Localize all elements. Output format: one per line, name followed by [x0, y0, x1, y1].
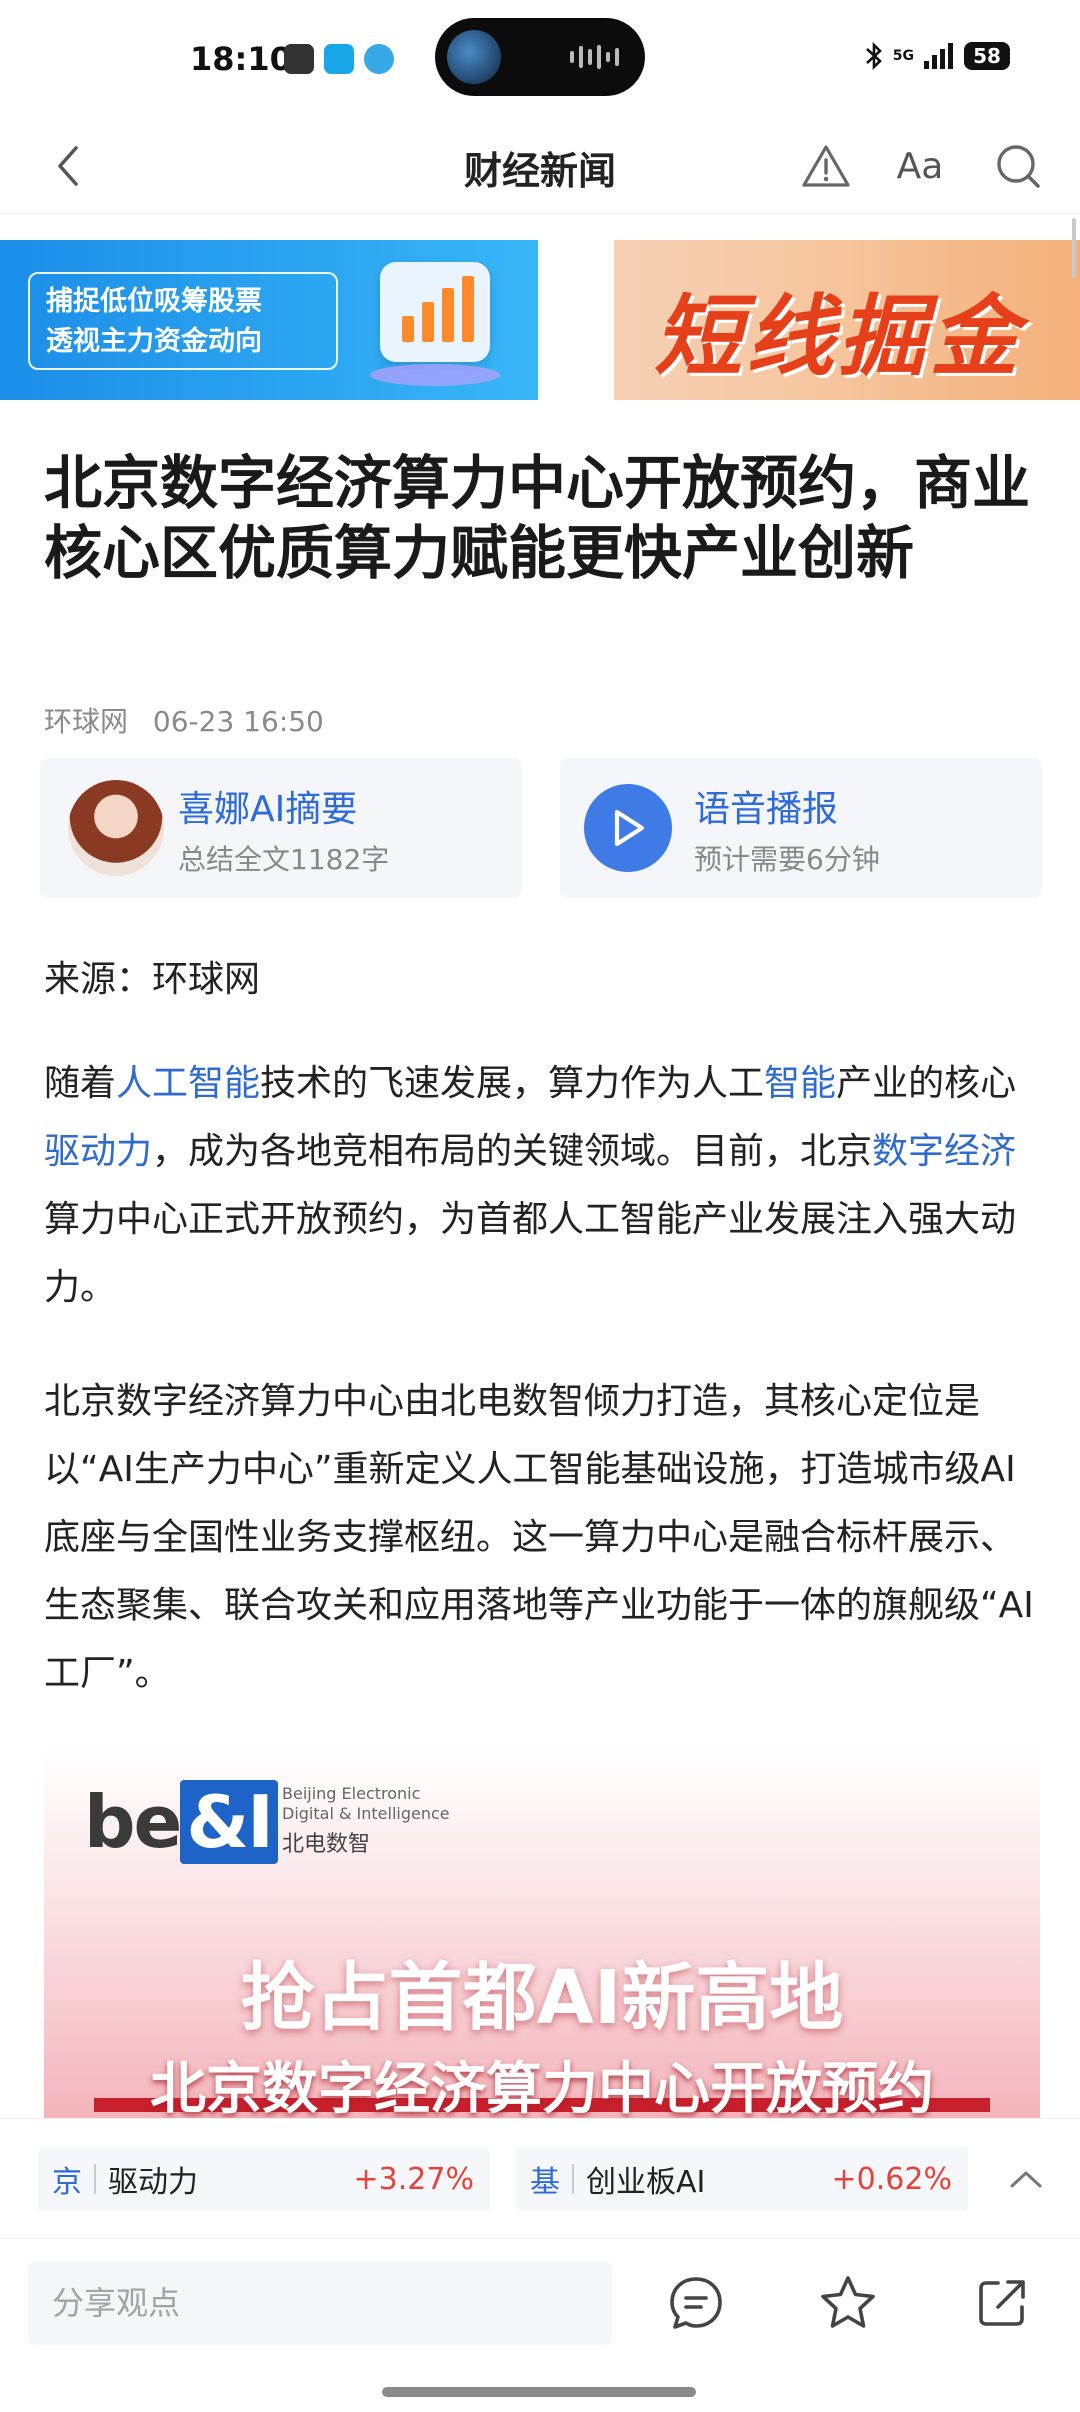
status-right: 5G 58	[865, 42, 1010, 70]
share-opinion-input[interactable]	[28, 2261, 612, 2345]
company-logo: be&I	[84, 1780, 278, 1864]
ad-banner-carousel[interactable]: 捕捉低位吸筹股票 透视主力资金动向 短线掘金	[0, 236, 1080, 404]
telegram-notification-icon	[364, 44, 394, 74]
keyword-link[interactable]: 驱动力	[44, 1131, 152, 1172]
warning-icon	[802, 145, 850, 187]
ad-banner-line-1: 捕捉低位吸筹股票	[46, 286, 262, 317]
media-artwork-icon	[447, 30, 501, 84]
stock-chip[interactable]: 京 驱动力 +3.27%	[38, 2147, 490, 2211]
notification-icons	[284, 44, 394, 74]
paragraph-text: 算力中心正式开放预约，为首都人工智能产业发展注入强大动力。	[44, 1199, 1017, 1308]
image-headline: 抢占首都AI新高地	[240, 1955, 844, 2041]
pedestal-decoration	[370, 364, 500, 386]
image-subheadline: 北京数字经济算力中心开放预约	[150, 2057, 934, 2118]
keyword-link[interactable]: 数字经济	[872, 1131, 1016, 1172]
ai-summary-subtitle: 总结全文1182字	[178, 843, 390, 876]
dynamic-island[interactable]	[435, 18, 645, 96]
ad-banner-short-term[interactable]: 短线掘金	[614, 240, 1080, 400]
stock-chip[interactable]: 基 创业板AI +0.62%	[516, 2147, 968, 2211]
article-meta: 环球网 06-23 16:50	[44, 700, 324, 740]
divider	[572, 2164, 574, 2194]
stock-name: 驱动力	[108, 2165, 198, 2200]
article-paragraph-2: 北京数字经济算力中心由北电数智倾力打造，其核心定位是以“AI生产力中心”重新定义…	[44, 1381, 1034, 1694]
home-indicator[interactable]	[382, 2387, 696, 2397]
audio-wave-icon	[570, 44, 619, 70]
ad-banner-text: 捕捉低位吸筹股票 透视主力资金动向	[28, 272, 338, 370]
logo-text-di: &I	[180, 1780, 278, 1864]
chart-illustration-icon	[380, 262, 490, 362]
article-source-line: 来源：环球网	[44, 959, 261, 1000]
ai-summary-title: 喜娜AI摘要	[178, 789, 358, 830]
paragraph-text: ，成为各地竞相布局的关键领域。目前，北京	[152, 1131, 873, 1172]
scrollbar[interactable]	[1072, 218, 1076, 278]
status-bar: 18:10 5G 58	[0, 0, 1080, 118]
favorite-button[interactable]	[812, 2267, 884, 2339]
bottom-action-bar	[0, 2238, 1080, 2412]
paragraph-text: 随着	[44, 1063, 117, 1104]
ad-banner-headline: 短线掘金	[654, 285, 1023, 388]
share-button[interactable]	[966, 2267, 1038, 2339]
logo-chinese-name: 北电数智	[282, 1832, 371, 1857]
report-button[interactable]	[798, 138, 854, 194]
stock-change: +0.62%	[831, 2161, 952, 2197]
logo-text-be: be	[84, 1780, 182, 1864]
star-icon	[821, 2276, 875, 2328]
voice-broadcast-card[interactable]: 语音播报 预计需要6分钟	[560, 758, 1042, 898]
ad-banner-line-2: 透视主力资金动向	[46, 326, 262, 357]
paragraph-text: 技术的飞速发展，算力作为人工	[260, 1063, 765, 1104]
search-button[interactable]	[990, 138, 1046, 194]
logo-english-name: Beijing Electronic Digital & Intelligenc…	[282, 1784, 450, 1823]
play-icon	[614, 809, 645, 847]
ai-assistant-avatar	[68, 780, 164, 876]
related-stocks-bar: 京 驱动力 +3.27% 基 创业板AI +0.62%	[0, 2118, 1080, 2238]
play-button[interactable]	[584, 784, 672, 872]
search-icon	[997, 145, 1040, 188]
battery-icon: 58	[964, 42, 1010, 70]
chevron-up-icon	[1010, 2171, 1042, 2188]
stock-name: 创业板AI	[586, 2165, 706, 2200]
article-headline: 北京数字经济算力中心开放预约，商业核心区优质算力赋能更快产业创新	[44, 449, 1031, 587]
comment-button[interactable]	[660, 2267, 732, 2339]
network-label: 5G	[892, 48, 914, 64]
article-date: 06-23 16:50	[152, 705, 324, 738]
bluetooth-icon	[865, 42, 882, 70]
browser-notification-icon	[324, 44, 354, 74]
stock-market-tag: 基	[530, 2165, 560, 2200]
paragraph-text: 产业的核心	[836, 1063, 1017, 1104]
font-size-button[interactable]: Aa	[892, 138, 948, 194]
ai-summary-card[interactable]: 喜娜AI摘要 总结全文1182字	[40, 758, 522, 898]
ad-banner-capital-flow[interactable]: 捕捉低位吸筹股票 透视主力资金动向	[0, 240, 538, 400]
comment-icon	[670, 2277, 722, 2329]
divider	[94, 2164, 96, 2194]
voice-broadcast-title: 语音播报	[694, 789, 839, 830]
signal-icon	[924, 43, 953, 69]
keyword-link[interactable]: 人工智能	[116, 1063, 260, 1104]
stock-market-tag: 京	[52, 2165, 82, 2200]
voice-broadcast-subtitle: 预计需要6分钟	[694, 843, 880, 876]
share-icon	[979, 2280, 1025, 2326]
nav-bar: 财经新闻 Aa	[0, 118, 1080, 214]
status-time: 18:10	[190, 40, 292, 78]
expand-stocks-button[interactable]	[1002, 2155, 1050, 2203]
article-paragraph-1: 随着人工智能技术的飞速发展，算力作为人工智能产业的核心驱动力，成为各地竞相布局的…	[44, 1050, 1042, 1322]
article-source[interactable]: 环球网	[44, 705, 128, 738]
keyword-link[interactable]: 智能	[764, 1063, 836, 1104]
stock-change: +3.27%	[353, 2161, 474, 2197]
article-image[interactable]: be&I Beijing Electronic Digital & Intell…	[44, 1748, 1040, 2118]
app-notification-icon	[284, 44, 314, 74]
